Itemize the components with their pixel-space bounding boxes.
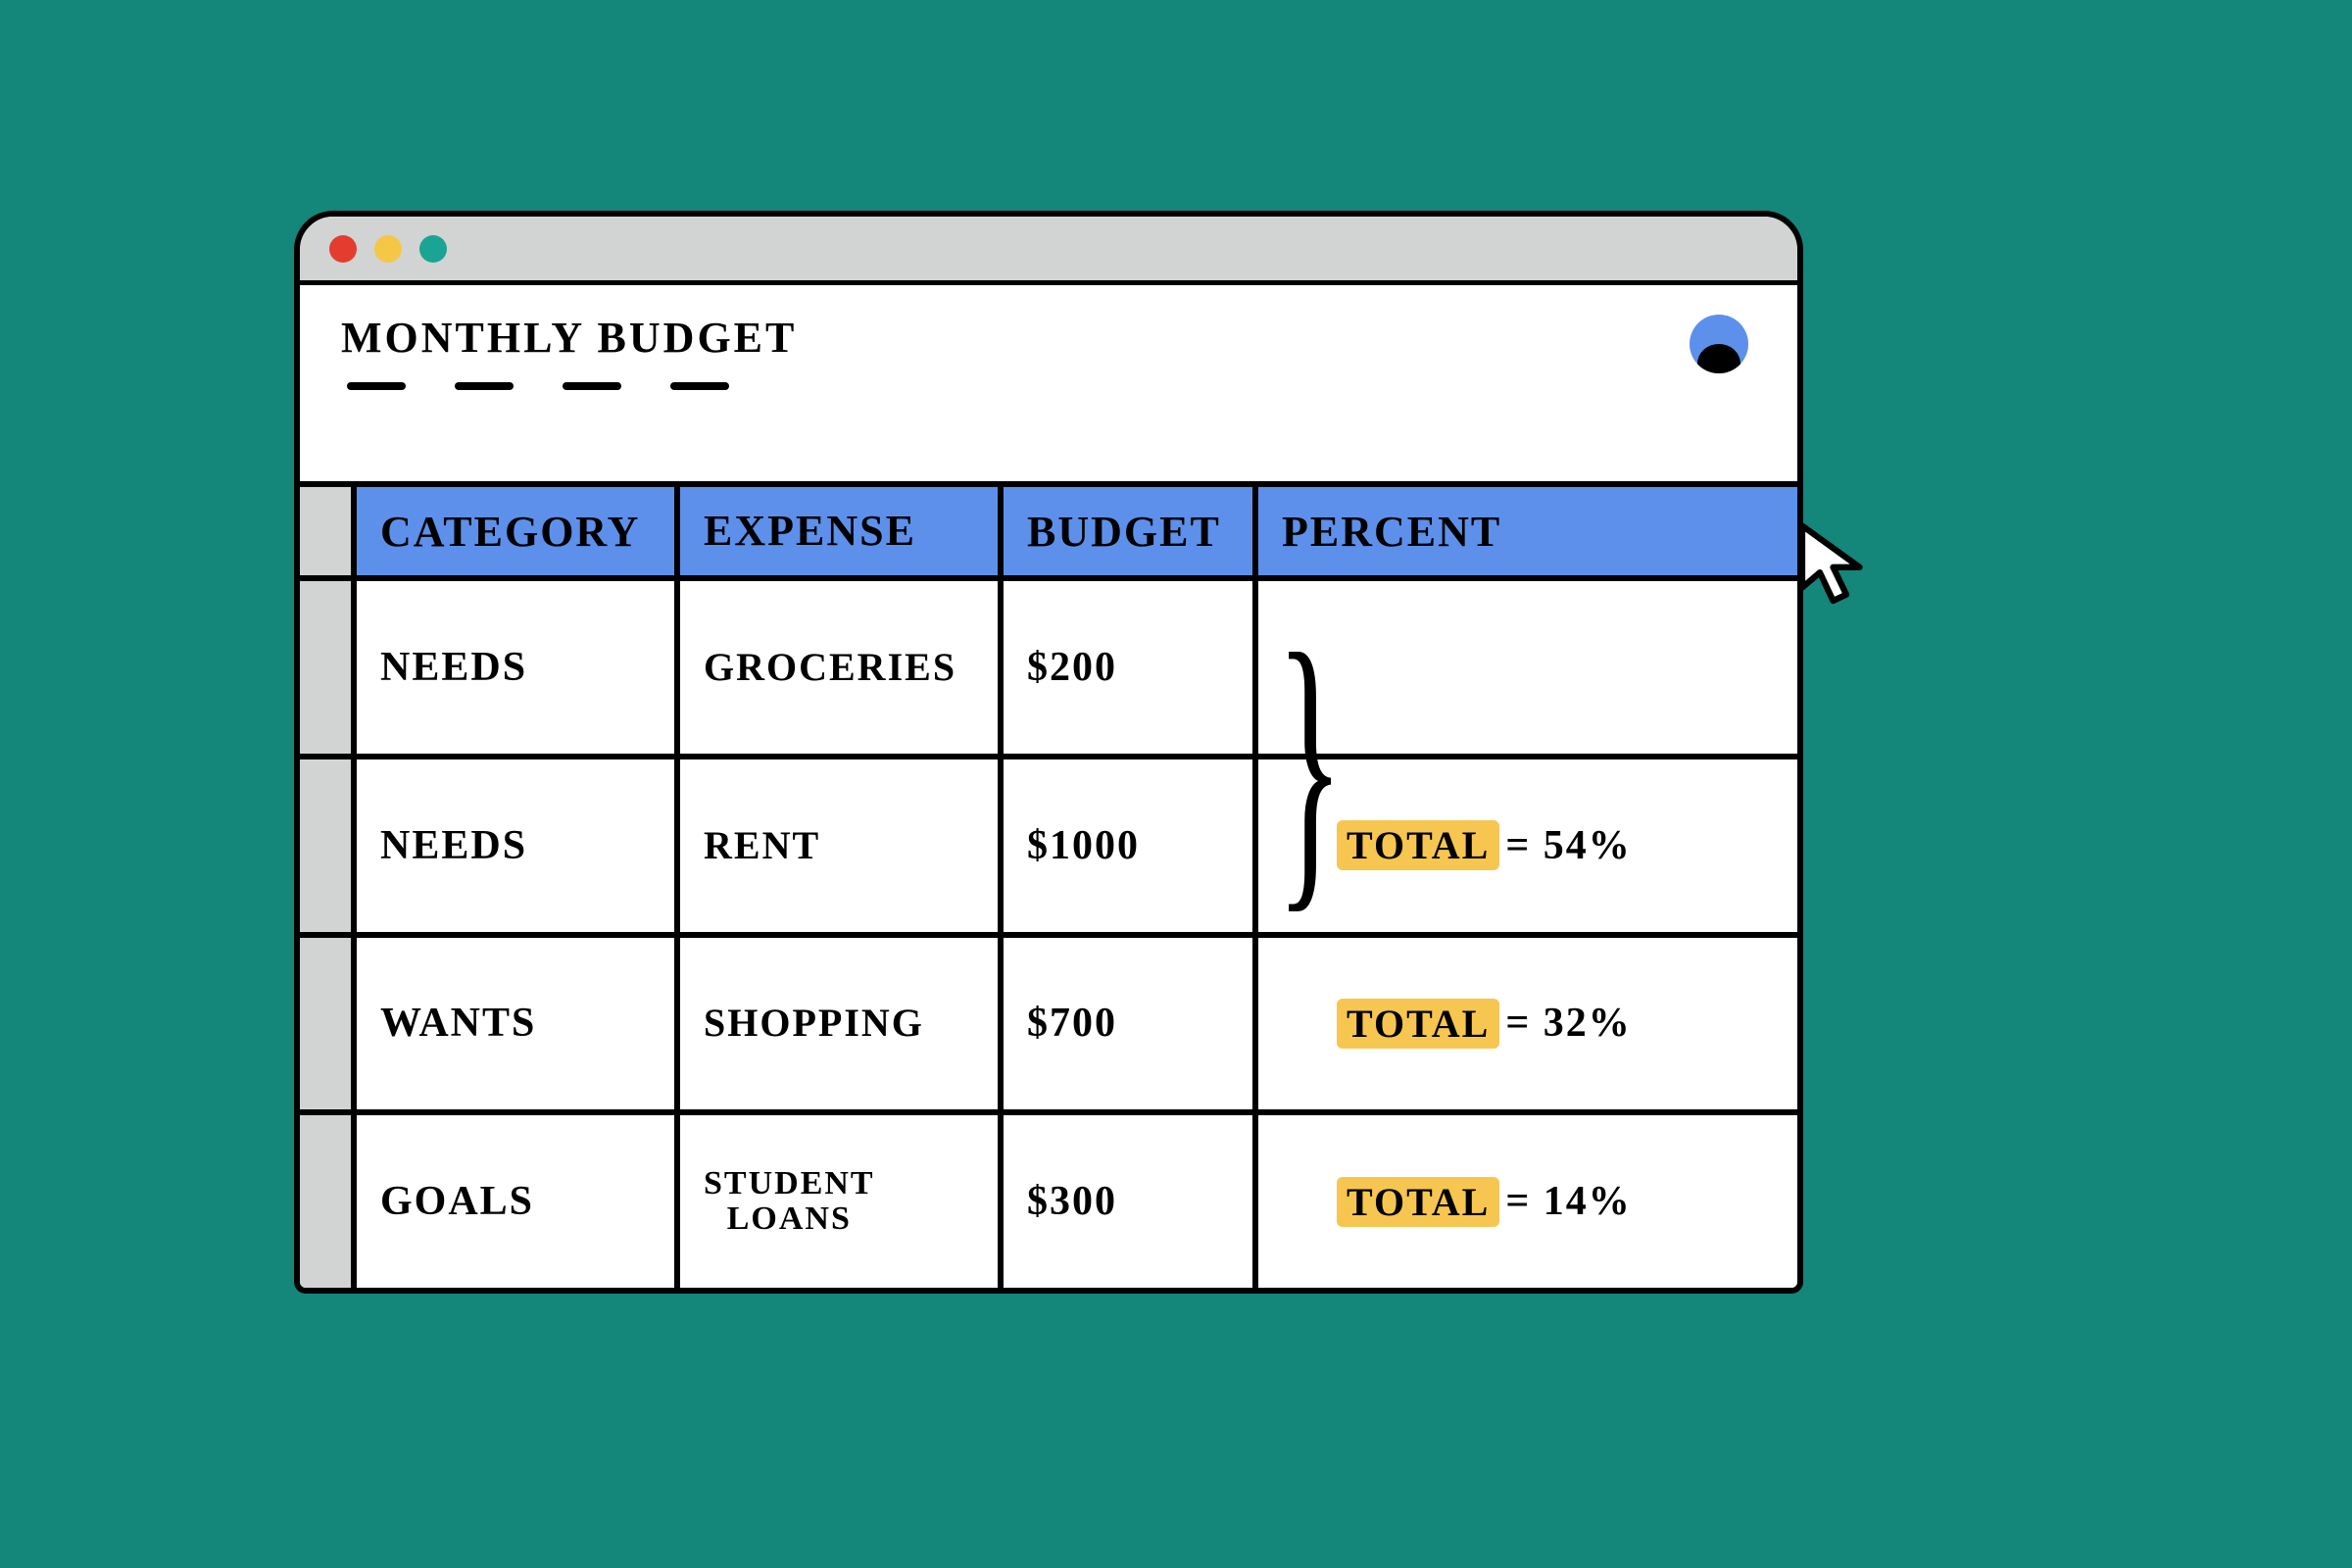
total-label: TOTAL xyxy=(1337,999,1499,1049)
cell-category[interactable]: NEEDS xyxy=(357,581,680,754)
table-row: NEEDS RENT $1000 } TOTAL = 54% xyxy=(357,760,1797,938)
toolbar-item[interactable] xyxy=(347,382,406,390)
window-titlebar xyxy=(300,217,1797,285)
row-header[interactable] xyxy=(300,938,351,1116)
row-header[interactable] xyxy=(300,1115,351,1288)
cell-category[interactable]: NEEDS xyxy=(357,760,680,932)
toolbar-item[interactable] xyxy=(670,382,729,390)
cursor-icon xyxy=(1793,521,1882,610)
total-value: = 14% xyxy=(1505,1178,1631,1225)
table-row: GOALS STUDENT LOANS $300 TOTAL = 14% xyxy=(357,1115,1797,1288)
spreadsheet: CATEGORY EXPENSE BUDGET PERCENT NEEDS GR… xyxy=(300,481,1797,1288)
total-label: TOTAL xyxy=(1337,820,1499,870)
cell-budget[interactable]: $1000 xyxy=(1004,760,1258,932)
avatar-icon[interactable] xyxy=(1690,315,1748,373)
toolbar-placeholder xyxy=(341,382,1756,390)
row-header[interactable] xyxy=(300,760,351,938)
maximize-icon[interactable] xyxy=(419,235,447,263)
cell-percent[interactable]: } TOTAL = 54% xyxy=(1258,760,1797,932)
table-row: WANTS SHOPPING $700 TOTAL = 32% xyxy=(357,938,1797,1116)
brace-icon: } xyxy=(1276,608,1345,921)
column-header-budget[interactable]: BUDGET xyxy=(1004,487,1258,575)
app-window: MONTHLY BUDGET CATEGORY EXPENSE xyxy=(294,211,1803,1294)
column-header-category[interactable]: CATEGORY xyxy=(357,487,680,575)
total-label: TOTAL xyxy=(1337,1177,1499,1227)
cell-category[interactable]: GOALS xyxy=(357,1115,680,1288)
cell-budget[interactable]: $200 xyxy=(1004,581,1258,754)
table-row: NEEDS GROCERIES $200 xyxy=(357,581,1797,760)
header-row: CATEGORY EXPENSE BUDGET PERCENT xyxy=(357,487,1797,581)
column-header-expense[interactable]: EXPENSE xyxy=(680,487,1004,575)
column-header-percent[interactable]: PERCENT xyxy=(1258,487,1797,575)
total-value: = 54% xyxy=(1505,822,1631,869)
gutter-corner[interactable] xyxy=(300,487,351,581)
toolbar-item[interactable] xyxy=(563,382,621,390)
cell-budget[interactable]: $700 xyxy=(1004,938,1258,1110)
toolbar-item[interactable] xyxy=(455,382,514,390)
document-header: MONTHLY BUDGET xyxy=(300,285,1797,481)
total-value: = 32% xyxy=(1505,1000,1631,1047)
page-title: MONTHLY BUDGET xyxy=(341,313,1756,363)
cell-expense[interactable]: GROCERIES xyxy=(680,581,1004,754)
row-header[interactable] xyxy=(300,581,351,760)
grid: CATEGORY EXPENSE BUDGET PERCENT NEEDS GR… xyxy=(357,487,1797,1288)
cell-category[interactable]: WANTS xyxy=(357,938,680,1110)
cell-percent[interactable]: TOTAL = 14% xyxy=(1258,1115,1797,1288)
minimize-icon[interactable] xyxy=(374,235,402,263)
row-gutter xyxy=(300,487,357,1288)
cell-budget[interactable]: $300 xyxy=(1004,1115,1258,1288)
cell-expense[interactable]: SHOPPING xyxy=(680,938,1004,1110)
cell-expense[interactable]: STUDENT LOANS xyxy=(680,1115,1004,1288)
cell-percent[interactable]: TOTAL = 32% xyxy=(1258,938,1797,1110)
cell-expense[interactable]: RENT xyxy=(680,760,1004,932)
close-icon[interactable] xyxy=(329,235,357,263)
